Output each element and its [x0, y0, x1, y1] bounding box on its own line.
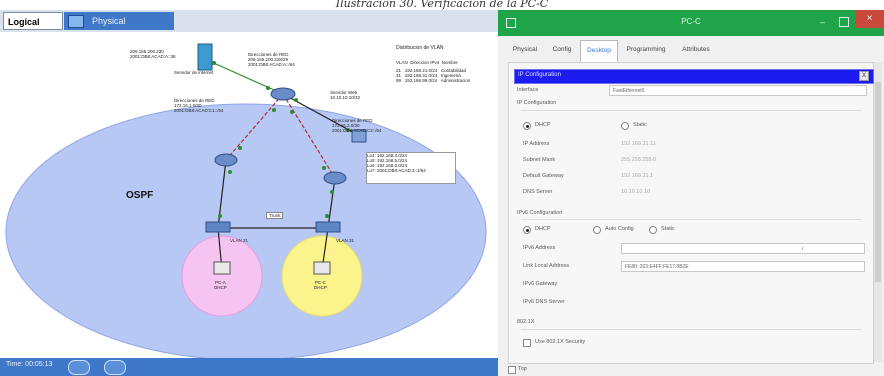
- vlan-table-title: Distribucion de VLAN: [396, 45, 444, 51]
- dhcp-label: DHCP: [535, 122, 551, 128]
- ip-address-field[interactable]: 192.168.31.11: [621, 141, 656, 147]
- subnet-mask-label: Subnet Mask: [523, 157, 556, 163]
- trunk-label: Trunk: [266, 212, 284, 219]
- scrollbar-thumb[interactable]: [875, 82, 881, 282]
- ip-configuration-panel: IP Configuration X Interface FastEtherne…: [508, 62, 874, 364]
- subnet-mask-field[interactable]: 255.255.255.0: [621, 157, 656, 163]
- default-gateway-field[interactable]: 192.168.31.1: [621, 173, 653, 179]
- tab-logical[interactable]: Logical: [3, 12, 63, 30]
- ipv6-dns-label: IPv6 DNS Server: [523, 299, 565, 305]
- use-8021x-label: Use 802.1X Security: [535, 339, 586, 345]
- power-cycle-button[interactable]: [68, 360, 90, 375]
- tab-config[interactable]: Config: [546, 40, 578, 60]
- ipv6-static-label: Static: [661, 226, 675, 232]
- ip-address-label: IP Address: [523, 141, 550, 147]
- static-label: Static: [633, 122, 647, 128]
- interface-value: FastEthernet0: [613, 88, 645, 94]
- ip-config-header: IP Configuration X: [514, 69, 874, 84]
- simulation-time: Time: 00:05:13: [6, 361, 53, 368]
- close-panel-icon[interactable]: X: [859, 71, 869, 81]
- close-icon[interactable]: ×: [855, 10, 884, 28]
- minimize-icon[interactable]: –: [820, 17, 825, 27]
- tab-desktop[interactable]: Desktop: [580, 40, 618, 62]
- auto-config-label: Auto Config: [605, 226, 634, 232]
- interface-select[interactable]: FastEthernet0: [609, 85, 867, 96]
- s1-switch-icon: [205, 221, 231, 233]
- vlan-table-header: VLAN Direccion IPv4 Nombre: [396, 60, 458, 65]
- ipv6-address-field[interactable]: /: [621, 243, 865, 254]
- tab-physical[interactable]: Physical: [64, 12, 174, 30]
- tab-attributes[interactable]: Attributes: [676, 40, 716, 60]
- link-local-label: Link Local Address: [523, 263, 570, 269]
- window-title: PC-C: [681, 17, 701, 26]
- default-gateway-label: Default Gateway: [523, 173, 564, 179]
- dns-server-field[interactable]: 10.10.10.10: [621, 189, 650, 195]
- server-name-label: Servidor de internet: [174, 70, 214, 75]
- r1-router-icon: [214, 153, 238, 167]
- auto-config-radio[interactable]: [593, 226, 601, 234]
- physical-icon: [68, 15, 84, 28]
- vlan21-label: VLAN 21: [230, 238, 249, 243]
- r3-router-icon: [323, 171, 347, 185]
- static-radio[interactable]: [621, 122, 629, 130]
- ipv6-address-label: IPv6 Address: [523, 245, 556, 251]
- r1-network-label: Direcciones de RED 172.16.1.0/30 2001:DB…: [174, 98, 224, 113]
- server-icon: [197, 43, 213, 71]
- vlan21-area: [181, 235, 263, 317]
- link-local-field[interactable]: FE80::203:E4FF:FE17:8B2E: [621, 261, 865, 272]
- dns-server-label: DNS Server: [523, 189, 553, 195]
- ip-config-title: IP Configuration: [518, 72, 561, 78]
- vlan31-area: [281, 235, 363, 317]
- web-server-label: Servidor Web 10.10.10.10/32: [330, 90, 361, 100]
- vlan-table-rows: 21 192.168.21.0/24 Contabilidad 31 192.1…: [396, 68, 471, 83]
- ipv6-gateway-label: IPv6 Gateway: [523, 281, 558, 287]
- ip-section-label: IP Configuration: [517, 100, 557, 106]
- isp-router-icon: [270, 87, 296, 101]
- ipv6-section-label: IPv6 Configuration: [517, 210, 563, 216]
- use-8021x-checkbox[interactable]: [523, 339, 531, 347]
- pc-c-window: PC-C – × Physical Config Desktop Program…: [498, 10, 884, 376]
- pcc-icon: [313, 261, 331, 275]
- packet-tracer-workspace: Logical Physical 209.165.200.230 2001:DB…: [0, 10, 498, 376]
- tab-programming[interactable]: Programming: [620, 40, 672, 60]
- server-address-label: 209.165.200.230 2001:DB8:ACAD:A::38: [130, 49, 176, 59]
- loopback-label: Lo4: 192.168.4.0/24 Lo5: 192.168.5.0/24 …: [366, 152, 456, 184]
- ospf-area: [5, 103, 487, 361]
- link-local-value: FE80::203:E4FF:FE17:8B2E: [625, 264, 689, 270]
- dhcp-radio[interactable]: [523, 122, 531, 130]
- workspace-status-bar: Time: 00:05:13: [0, 358, 498, 376]
- pcc-label: PC-C DHCP: [314, 280, 327, 290]
- ospf-label: OSPF: [126, 190, 154, 201]
- s3-switch-icon: [315, 221, 341, 233]
- top-checkbox[interactable]: [508, 366, 516, 374]
- topology-canvas[interactable]: 209.165.200.230 2001:DB8:ACAD:A::38 Serv…: [0, 32, 498, 361]
- dot1x-section-label: 802.1X: [517, 319, 535, 325]
- window-titlebar: PC-C – ×: [498, 10, 884, 36]
- vlan31-label: VLAN 31: [336, 238, 355, 243]
- pca-icon: [213, 261, 231, 275]
- ipv6-dhcp-radio[interactable]: [523, 226, 531, 234]
- r3-network-label: Direcciones de RED 172.16.2.0/30 2001:DB…: [332, 118, 382, 133]
- maximize-icon[interactable]: [839, 17, 849, 27]
- workspace-tabs: Logical Physical: [0, 10, 498, 32]
- top-label: Top: [518, 366, 527, 372]
- interface-label: Interface: [517, 87, 539, 93]
- pca-label: PC-A DHCP: [214, 280, 227, 290]
- tab-physical-label: Physical: [92, 16, 126, 26]
- tab-physical[interactable]: Physical: [506, 40, 544, 60]
- ipv6-static-radio[interactable]: [649, 226, 657, 234]
- panel-scrollbar[interactable]: [874, 62, 882, 362]
- ipv6-dhcp-label: DHCP: [535, 226, 551, 232]
- fast-forward-button[interactable]: [104, 360, 126, 375]
- isp-network-label: Direcciones de RED 209.165.200.228/29 20…: [248, 52, 295, 67]
